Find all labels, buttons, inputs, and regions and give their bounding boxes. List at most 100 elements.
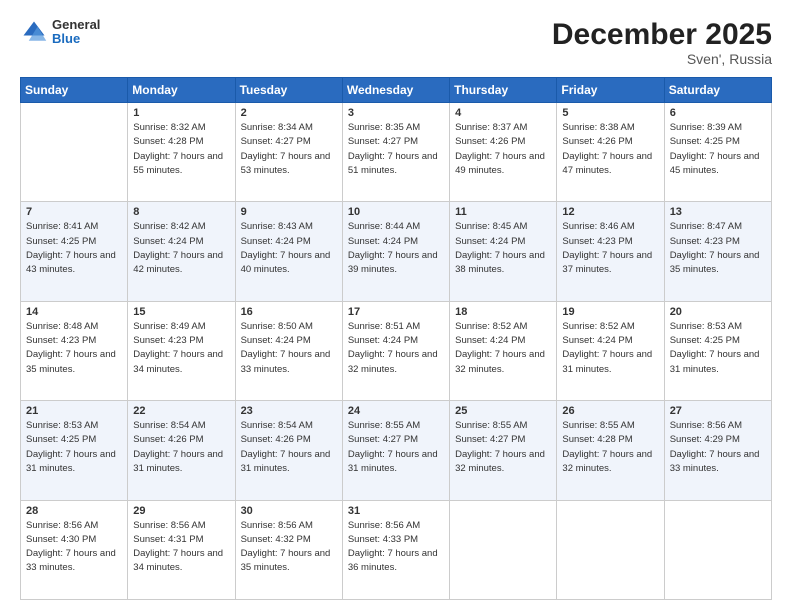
table-row: 4 Sunrise: 8:37 AMSunset: 4:26 PMDaylight… (450, 103, 557, 202)
day-info: Sunrise: 8:48 AMSunset: 4:23 PMDaylight:… (26, 320, 122, 377)
table-row: 20 Sunrise: 8:53 AMSunset: 4:25 PMDayligh… (664, 301, 771, 400)
logo-icon (20, 18, 48, 46)
day-number: 19 (562, 306, 658, 318)
col-thursday: Thursday (450, 78, 557, 103)
day-info: Sunrise: 8:56 AMSunset: 4:30 PMDaylight:… (26, 519, 122, 576)
day-number: 27 (670, 405, 766, 417)
calendar-week-row: 21 Sunrise: 8:53 AMSunset: 4:25 PMDayligh… (21, 401, 772, 500)
day-info: Sunrise: 8:55 AMSunset: 4:27 PMDaylight:… (455, 419, 551, 476)
day-number: 29 (133, 505, 229, 517)
day-info: Sunrise: 8:43 AMSunset: 4:24 PMDaylight:… (241, 220, 337, 277)
day-info: Sunrise: 8:34 AMSunset: 4:27 PMDaylight:… (241, 121, 337, 178)
calendar-week-row: 1 Sunrise: 8:32 AMSunset: 4:28 PMDaylight… (21, 103, 772, 202)
day-info: Sunrise: 8:51 AMSunset: 4:24 PMDaylight:… (348, 320, 444, 377)
col-sunday: Sunday (21, 78, 128, 103)
table-row: 18 Sunrise: 8:52 AMSunset: 4:24 PMDayligh… (450, 301, 557, 400)
day-number: 8 (133, 206, 229, 218)
day-info: Sunrise: 8:55 AMSunset: 4:27 PMDaylight:… (348, 419, 444, 476)
table-row: 9Sunrise: 8:43 AMSunset: 4:24 PMDaylight… (235, 202, 342, 301)
day-info: Sunrise: 8:46 AMSunset: 4:23 PMDaylight:… (562, 220, 658, 277)
day-info: Sunrise: 8:38 AMSunset: 4:26 PMDaylight:… (562, 121, 658, 178)
day-info: Sunrise: 8:56 AMSunset: 4:33 PMDaylight:… (348, 519, 444, 576)
table-row: 21 Sunrise: 8:53 AMSunset: 4:25 PMDayligh… (21, 401, 128, 500)
table-row: 11 Sunrise: 8:45 AMSunset: 4:24 PMDayligh… (450, 202, 557, 301)
day-number: 23 (241, 405, 337, 417)
day-number: 10 (348, 206, 444, 218)
table-row: 28 Sunrise: 8:56 AMSunset: 4:30 PMDayligh… (21, 500, 128, 599)
day-number: 28 (26, 505, 122, 517)
table-row: 26Sunrise: 8:55 AMSunset: 4:28 PMDayligh… (557, 401, 664, 500)
col-friday: Friday (557, 78, 664, 103)
col-saturday: Saturday (664, 78, 771, 103)
table-row (21, 103, 128, 202)
day-number: 13 (670, 206, 766, 218)
calendar-week-row: 28 Sunrise: 8:56 AMSunset: 4:30 PMDayligh… (21, 500, 772, 599)
day-info: Sunrise: 8:41 AMSunset: 4:25 PMDaylight:… (26, 220, 122, 277)
table-row: 25 Sunrise: 8:55 AMSunset: 4:27 PMDayligh… (450, 401, 557, 500)
day-info: Sunrise: 8:52 AMSunset: 4:24 PMDaylight:… (562, 320, 658, 377)
day-info: Sunrise: 8:35 AMSunset: 4:27 PMDaylight:… (348, 121, 444, 178)
day-number: 5 (562, 107, 658, 119)
day-number: 14 (26, 306, 122, 318)
day-info: Sunrise: 8:42 AMSunset: 4:24 PMDaylight:… (133, 220, 229, 277)
calendar-table: Sunday Monday Tuesday Wednesday Thursday… (20, 77, 772, 600)
day-info: Sunrise: 8:44 AMSunset: 4:24 PMDaylight:… (348, 220, 444, 277)
day-info: Sunrise: 8:54 AMSunset: 4:26 PMDaylight:… (241, 419, 337, 476)
day-info: Sunrise: 8:39 AMSunset: 4:25 PMDaylight:… (670, 121, 766, 178)
day-number: 25 (455, 405, 551, 417)
col-monday: Monday (128, 78, 235, 103)
day-number: 6 (670, 107, 766, 119)
page: General Blue December 2025 Sven', Russia… (0, 0, 792, 612)
day-info: Sunrise: 8:53 AMSunset: 4:25 PMDaylight:… (26, 419, 122, 476)
table-row: 8 Sunrise: 8:42 AMSunset: 4:24 PMDaylight… (128, 202, 235, 301)
table-row: 14 Sunrise: 8:48 AMSunset: 4:23 PMDayligh… (21, 301, 128, 400)
table-row: 10 Sunrise: 8:44 AMSunset: 4:24 PMDayligh… (342, 202, 449, 301)
table-row: 16 Sunrise: 8:50 AMSunset: 4:24 PMDayligh… (235, 301, 342, 400)
day-number: 18 (455, 306, 551, 318)
day-number: 17 (348, 306, 444, 318)
month-title: December 2025 (552, 18, 772, 51)
table-row: 19 Sunrise: 8:52 AMSunset: 4:24 PMDayligh… (557, 301, 664, 400)
table-row: 6 Sunrise: 8:39 AMSunset: 4:25 PMDaylight… (664, 103, 771, 202)
day-number: 16 (241, 306, 337, 318)
day-number: 30 (241, 505, 337, 517)
day-number: 15 (133, 306, 229, 318)
logo: General Blue (20, 18, 100, 47)
day-info: Sunrise: 8:56 AMSunset: 4:31 PMDaylight:… (133, 519, 229, 576)
logo-blue-text: Blue (52, 32, 100, 46)
day-info: Sunrise: 8:32 AMSunset: 4:28 PMDaylight:… (133, 121, 229, 178)
table-row: 7Sunrise: 8:41 AMSunset: 4:25 PMDaylight… (21, 202, 128, 301)
table-row: 30 Sunrise: 8:56 AMSunset: 4:32 PMDayligh… (235, 500, 342, 599)
logo-general-text: General (52, 18, 100, 32)
calendar-header-row: Sunday Monday Tuesday Wednesday Thursday… (21, 78, 772, 103)
day-info: Sunrise: 8:56 AMSunset: 4:32 PMDaylight:… (241, 519, 337, 576)
table-row: 15 Sunrise: 8:49 AMSunset: 4:23 PMDayligh… (128, 301, 235, 400)
day-info: Sunrise: 8:52 AMSunset: 4:24 PMDaylight:… (455, 320, 551, 377)
day-number: 20 (670, 306, 766, 318)
day-number: 12 (562, 206, 658, 218)
day-info: Sunrise: 8:53 AMSunset: 4:25 PMDaylight:… (670, 320, 766, 377)
table-row: 27 Sunrise: 8:56 AMSunset: 4:29 PMDayligh… (664, 401, 771, 500)
header: General Blue December 2025 Sven', Russia (20, 18, 772, 67)
calendar-week-row: 7Sunrise: 8:41 AMSunset: 4:25 PMDaylight… (21, 202, 772, 301)
table-row: 13Sunrise: 8:47 AMSunset: 4:23 PMDayligh… (664, 202, 771, 301)
day-number: 11 (455, 206, 551, 218)
col-tuesday: Tuesday (235, 78, 342, 103)
day-info: Sunrise: 8:49 AMSunset: 4:23 PMDaylight:… (133, 320, 229, 377)
table-row (664, 500, 771, 599)
table-row: 12 Sunrise: 8:46 AMSunset: 4:23 PMDayligh… (557, 202, 664, 301)
table-row (557, 500, 664, 599)
table-row: 5 Sunrise: 8:38 AMSunset: 4:26 PMDaylight… (557, 103, 664, 202)
day-info: Sunrise: 8:45 AMSunset: 4:24 PMDaylight:… (455, 220, 551, 277)
table-row: 17 Sunrise: 8:51 AMSunset: 4:24 PMDayligh… (342, 301, 449, 400)
day-number: 1 (133, 107, 229, 119)
day-number: 26 (562, 405, 658, 417)
day-number: 21 (26, 405, 122, 417)
day-info: Sunrise: 8:50 AMSunset: 4:24 PMDaylight:… (241, 320, 337, 377)
table-row: 31Sunrise: 8:56 AMSunset: 4:33 PMDayligh… (342, 500, 449, 599)
day-info: Sunrise: 8:37 AMSunset: 4:26 PMDaylight:… (455, 121, 551, 178)
day-number: 4 (455, 107, 551, 119)
day-number: 22 (133, 405, 229, 417)
day-number: 2 (241, 107, 337, 119)
day-info: Sunrise: 8:56 AMSunset: 4:29 PMDaylight:… (670, 419, 766, 476)
